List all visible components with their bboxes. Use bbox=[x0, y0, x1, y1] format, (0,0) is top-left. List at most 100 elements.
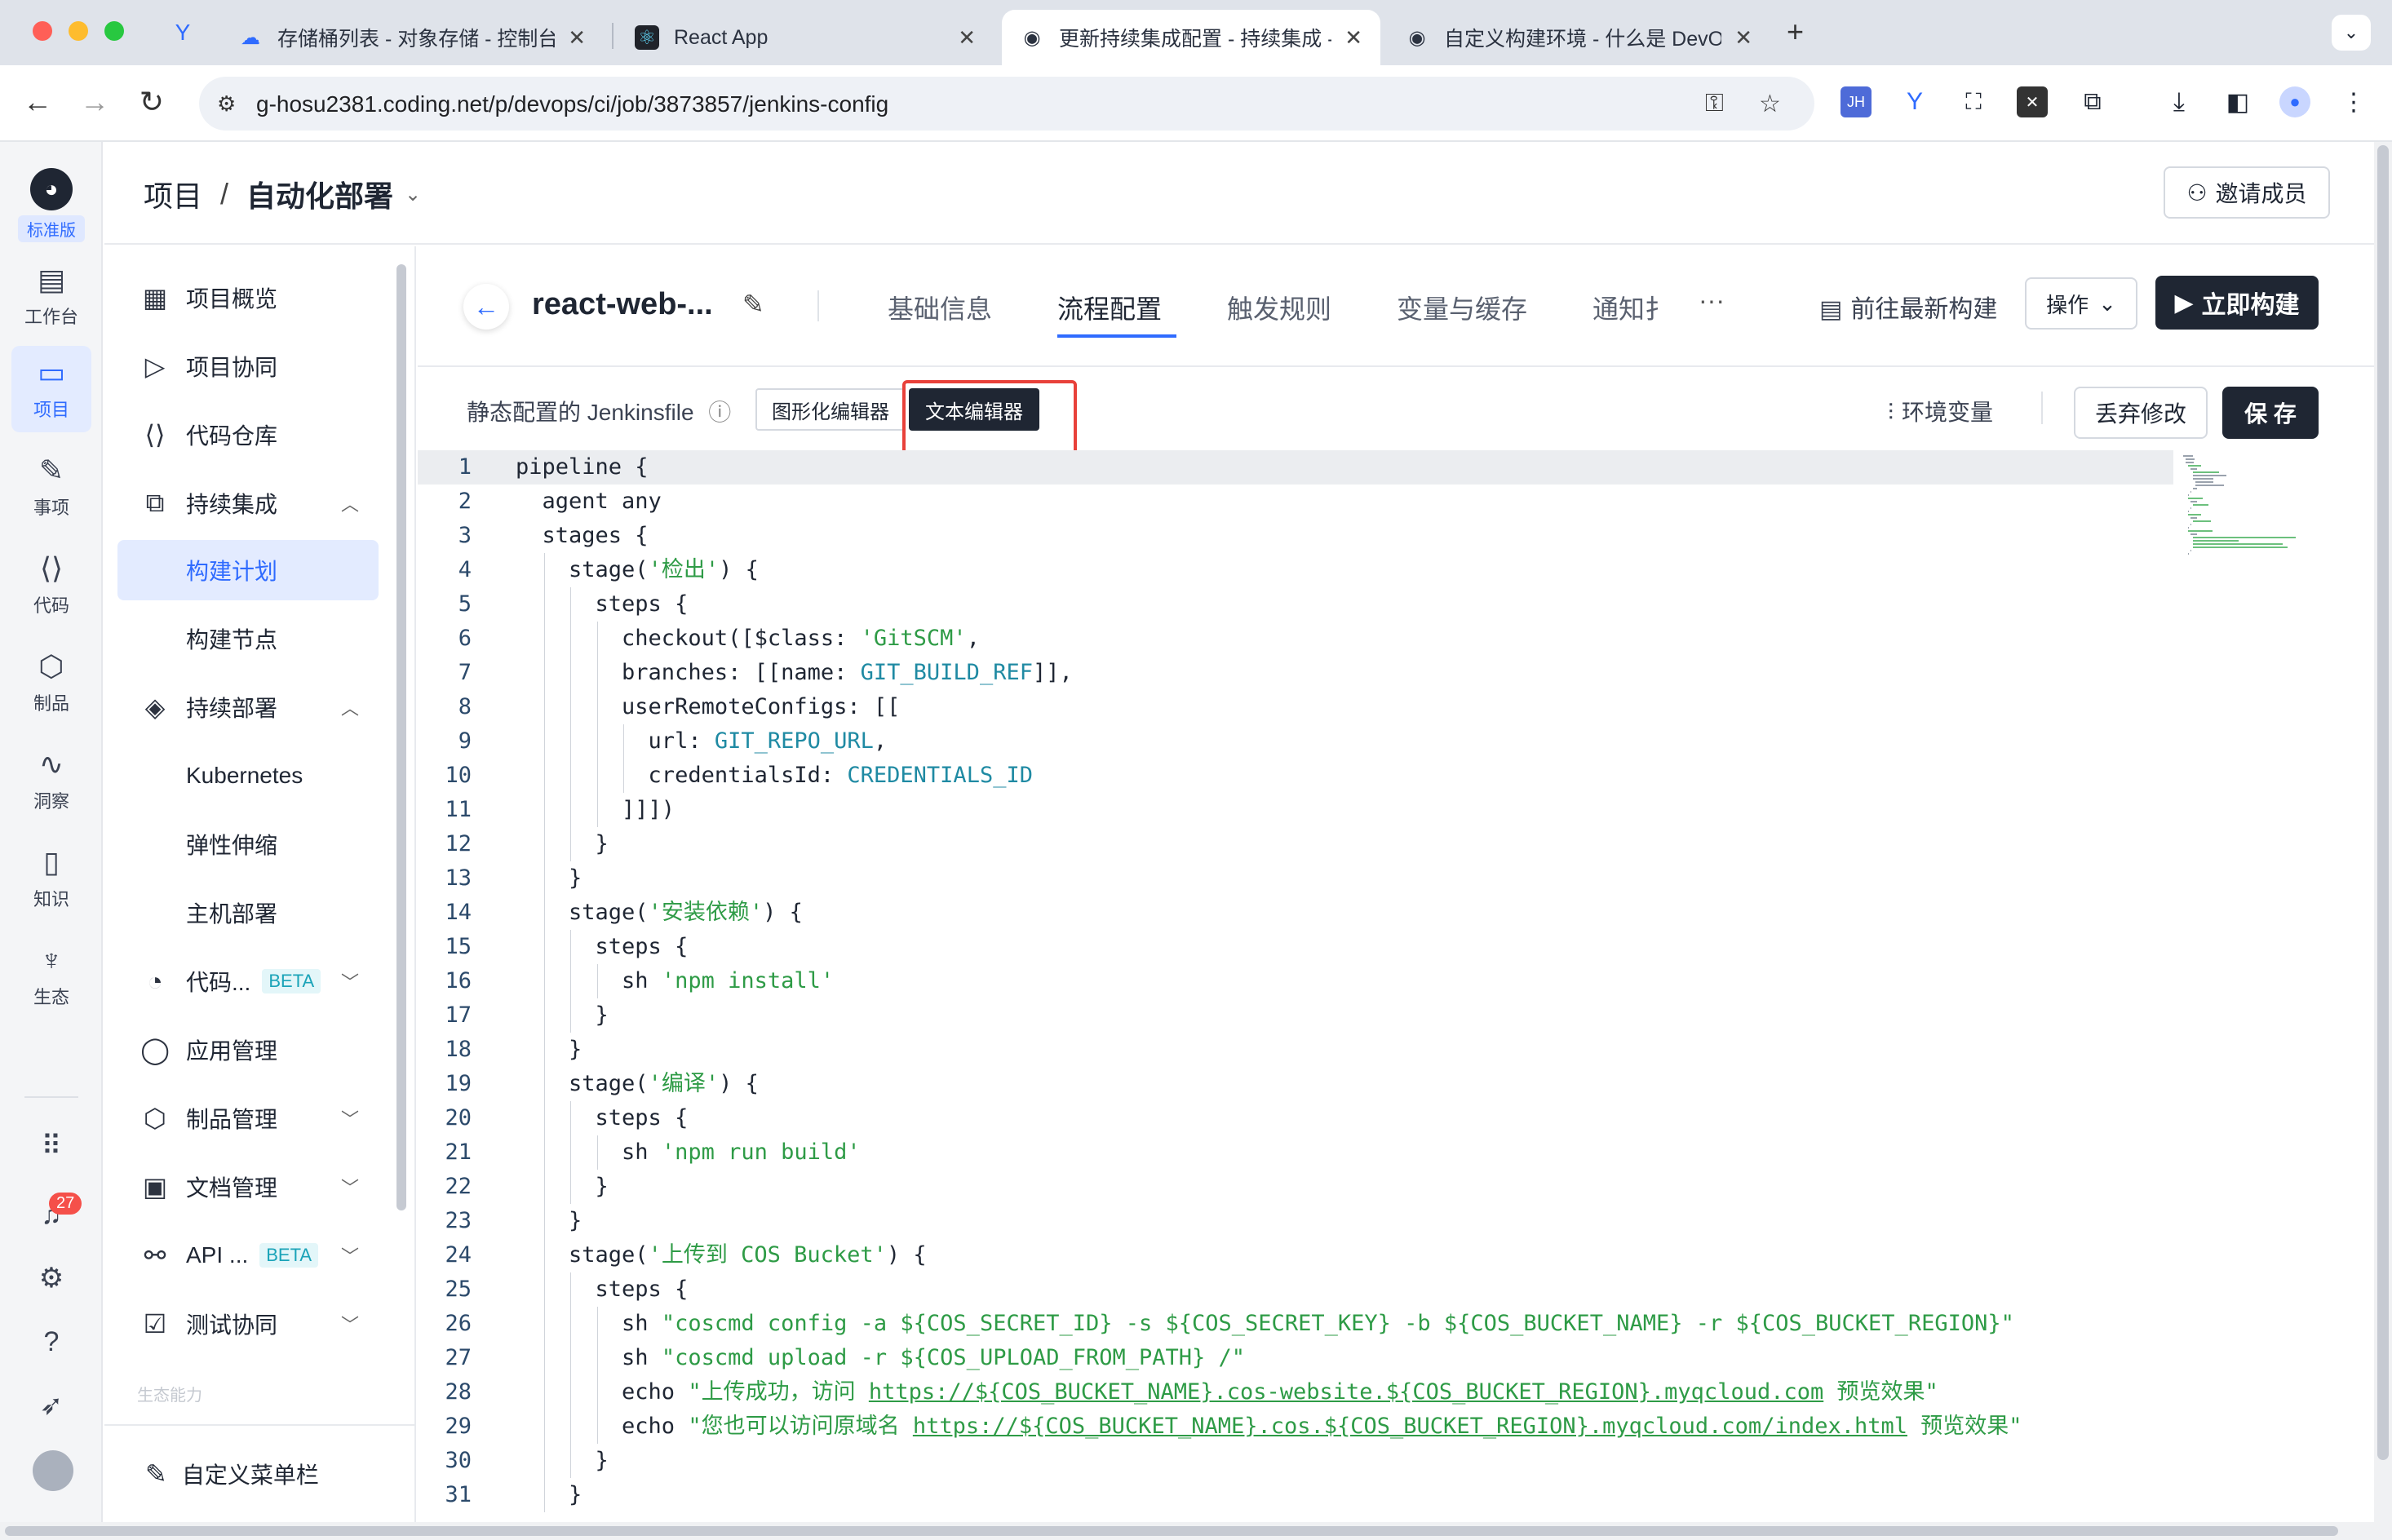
code-line[interactable]: echo "您也可以访问原域名 https://${COS_BUCKET_NAM… bbox=[516, 1409, 2022, 1444]
code-line[interactable]: } bbox=[516, 1204, 582, 1238]
help-circle-icon[interactable]: ⓘ bbox=[708, 400, 731, 425]
bookmark-star-icon[interactable]: ☆ bbox=[1759, 90, 1781, 118]
code-line[interactable]: } bbox=[516, 1478, 582, 1512]
code-editor[interactable]: 1 2 3 4 5 6 7 8 9 10 11 12 13 14 15 16 17 18 19 20 21 22 23 24 2… bbox=[418, 450, 2374, 1522]
page-vertical-scrollbar[interactable] bbox=[2374, 142, 2392, 1522]
code-line[interactable]: ]]]) bbox=[516, 793, 675, 827]
tab-list-chevron-icon[interactable]: ⌄ bbox=[2332, 15, 2371, 51]
browser-menu-icon[interactable]: ⋮ bbox=[2338, 86, 2369, 117]
breadcrumb-root[interactable]: 项目 bbox=[144, 173, 202, 215]
browser-tab-react[interactable]: ⚛ React App ✕ bbox=[617, 10, 994, 65]
code-line[interactable]: } bbox=[516, 861, 582, 896]
code-line[interactable]: stage('检出') { bbox=[516, 553, 759, 587]
browser-tab-devops[interactable]: ◉ 自定义构建环境 - 什么是 DevO ✕ bbox=[1387, 10, 1770, 65]
graphic-editor-button[interactable]: 图形化编辑器 bbox=[755, 388, 906, 431]
scrollbar-thumb[interactable] bbox=[5, 1526, 2338, 1536]
env-vars-button[interactable]: ⫶ 环境变量 bbox=[1888, 395, 1993, 427]
tab-close-icon[interactable]: ✕ bbox=[958, 25, 976, 51]
scrollbar-thumb[interactable] bbox=[2377, 145, 2389, 1460]
code-line[interactable]: checkout([$class: 'GitSCM', bbox=[516, 622, 980, 656]
apps-grid-icon[interactable]: ⠿ bbox=[31, 1126, 72, 1166]
settings-icon[interactable]: ⚙ bbox=[31, 1258, 72, 1299]
window-zoom-button[interactable] bbox=[104, 21, 124, 41]
menu-item-testing[interactable]: ☑ 测试协同 ﹀ bbox=[117, 1294, 379, 1354]
coding-logo[interactable]: ◕ 标准版 bbox=[18, 168, 85, 242]
edit-icon[interactable]: ✎ bbox=[742, 289, 764, 320]
site-settings-icon[interactable]: ⚙ bbox=[217, 91, 236, 117]
menu-item-docs[interactable]: ▣ 文档管理 ﹀ bbox=[117, 1157, 379, 1217]
invite-member-button[interactable]: ⚇ 邀请成员 bbox=[2164, 166, 2330, 219]
tab-variables-cache[interactable]: 变量与缓存 bbox=[1397, 289, 1527, 326]
build-now-button[interactable]: ▶ 立即构建 bbox=[2155, 276, 2319, 330]
coding-extension-icon[interactable]: Y bbox=[1899, 86, 1930, 117]
more-tabs-icon[interactable]: ··· bbox=[1699, 285, 1725, 316]
menu-item-autoscaling[interactable]: 弹性伸缩 bbox=[117, 814, 379, 874]
tab-basic-info[interactable]: 基础信息 bbox=[888, 289, 992, 326]
rocket-icon[interactable]: ➶ bbox=[31, 1385, 72, 1426]
tab-close-icon[interactable]: ✕ bbox=[1734, 25, 1752, 51]
code-line[interactable]: agent any bbox=[516, 485, 662, 519]
customize-menu-button[interactable]: ✎ 自定义菜单栏 bbox=[104, 1424, 414, 1522]
code-line[interactable]: url: GIT_REPO_URL, bbox=[516, 724, 888, 759]
menu-item-collab[interactable]: ▷ 项目协同 bbox=[117, 336, 379, 396]
tab-close-icon[interactable]: ✕ bbox=[1344, 25, 1362, 51]
menu-item-app-mgmt[interactable]: ◯ 应用管理 bbox=[117, 1020, 379, 1080]
code-line[interactable]: } bbox=[516, 1033, 582, 1067]
rail-item-ecosystem[interactable]: ♆ 生态 bbox=[11, 933, 91, 1020]
menu-scrollbar[interactable] bbox=[396, 264, 406, 1210]
download-icon[interactable]: ⤓ bbox=[2164, 86, 2195, 117]
code-line[interactable]: sh 'npm install' bbox=[516, 964, 834, 998]
discard-changes-button[interactable]: 丢弃修改 bbox=[2074, 387, 2208, 439]
goto-latest-build-link[interactable]: ▤ 前往最新构建 bbox=[1819, 289, 1997, 325]
key-icon[interactable]: ⚿ bbox=[1705, 90, 1724, 117]
code-line[interactable]: stage('上传到 COS Bucket') { bbox=[516, 1238, 927, 1272]
help-icon[interactable]: ? bbox=[31, 1321, 72, 1362]
code-line[interactable]: steps { bbox=[516, 930, 689, 964]
code-line[interactable]: userRemoteConfigs: [[ bbox=[516, 690, 900, 724]
menu-item-api[interactable]: ⚯ API ... BETA ﹀ bbox=[117, 1225, 379, 1286]
code-line[interactable]: stage('安装依赖') { bbox=[516, 896, 803, 930]
page-horizontal-scrollbar[interactable] bbox=[0, 1522, 2392, 1540]
tab-trigger-rules[interactable]: 触发规则 bbox=[1227, 289, 1331, 326]
profile-icon[interactable]: ● bbox=[2279, 86, 2310, 117]
browser-tab-active[interactable]: ◉ 更新持续集成配置 - 持续集成 - ✕ bbox=[1002, 10, 1380, 65]
forward-arrow-icon[interactable]: → bbox=[77, 85, 113, 119]
save-button[interactable]: 保 存 bbox=[2222, 387, 2319, 439]
tab-close-icon[interactable]: ✕ bbox=[568, 25, 586, 51]
side-panel-icon[interactable]: ◧ bbox=[2222, 86, 2253, 117]
menu-item-ci[interactable]: ⧉ 持续集成 ︿ bbox=[117, 473, 379, 533]
user-avatar[interactable] bbox=[33, 1450, 73, 1491]
menu-item-cd[interactable]: ◈ 持续部署 ︿ bbox=[117, 677, 379, 737]
window-close-button[interactable] bbox=[33, 21, 52, 41]
url-text[interactable]: g-hosu2381.coding.net/p/devops/ci/job/38… bbox=[256, 91, 888, 117]
tab-notifications[interactable]: 通知扌 bbox=[1592, 289, 1671, 326]
tab-pipeline-config[interactable]: 流程配置 bbox=[1057, 289, 1162, 326]
address-bar[interactable]: ⚙ g-hosu2381.coding.net/p/devops/ci/job/… bbox=[199, 77, 1814, 131]
rail-item-project[interactable]: ▭ 项目 bbox=[11, 346, 91, 432]
chevron-down-icon[interactable]: ⌄ bbox=[405, 183, 421, 206]
menu-item-artifact-mgmt[interactable]: ⬡ 制品管理 ﹀ bbox=[117, 1088, 379, 1148]
x-extension-icon[interactable]: ✕ bbox=[2017, 86, 2048, 117]
code-line[interactable]: credentialsId: CREDENTIALS_ID bbox=[516, 759, 1033, 793]
code-line[interactable]: } bbox=[516, 998, 609, 1033]
back-arrow-icon[interactable]: ← bbox=[20, 85, 55, 119]
back-arrow-icon[interactable]: ← bbox=[463, 284, 509, 330]
breadcrumb-current[interactable]: 自动化部署 bbox=[246, 173, 393, 215]
menu-item-kubernetes[interactable]: Kubernetes bbox=[117, 746, 379, 806]
code-line[interactable]: sh "coscmd config -a ${COS_SECRET_ID} -s… bbox=[516, 1307, 2014, 1341]
rail-item-artifacts[interactable]: ⬡ 制品 bbox=[11, 639, 91, 726]
menu-item-overview[interactable]: ▦ 项目概览 bbox=[117, 268, 379, 328]
reload-icon[interactable]: ↻ bbox=[134, 85, 170, 119]
code-line[interactable]: steps { bbox=[516, 1272, 689, 1307]
code-line[interactable]: stages { bbox=[516, 519, 649, 553]
screenshot-extension-icon[interactable]: ⛶ bbox=[1958, 86, 1989, 117]
menu-item-code-scan[interactable]: ◔ 代码... BETA ﹀ bbox=[117, 951, 379, 1011]
new-tab-button[interactable]: + bbox=[1787, 15, 1804, 49]
menu-item-host-deploy[interactable]: 主机部署 bbox=[117, 883, 379, 943]
rail-item-insight[interactable]: ∿ 洞察 bbox=[11, 737, 91, 824]
code-line[interactable]: sh "coscmd upload -r ${COS_UPLOAD_FROM_P… bbox=[516, 1341, 1245, 1375]
code-line[interactable]: } bbox=[516, 1444, 609, 1478]
code-line[interactable]: steps { bbox=[516, 1101, 689, 1135]
editor-minimap[interactable] bbox=[2178, 450, 2374, 613]
pinned-tab-coding-icon[interactable]: Y bbox=[160, 15, 206, 51]
